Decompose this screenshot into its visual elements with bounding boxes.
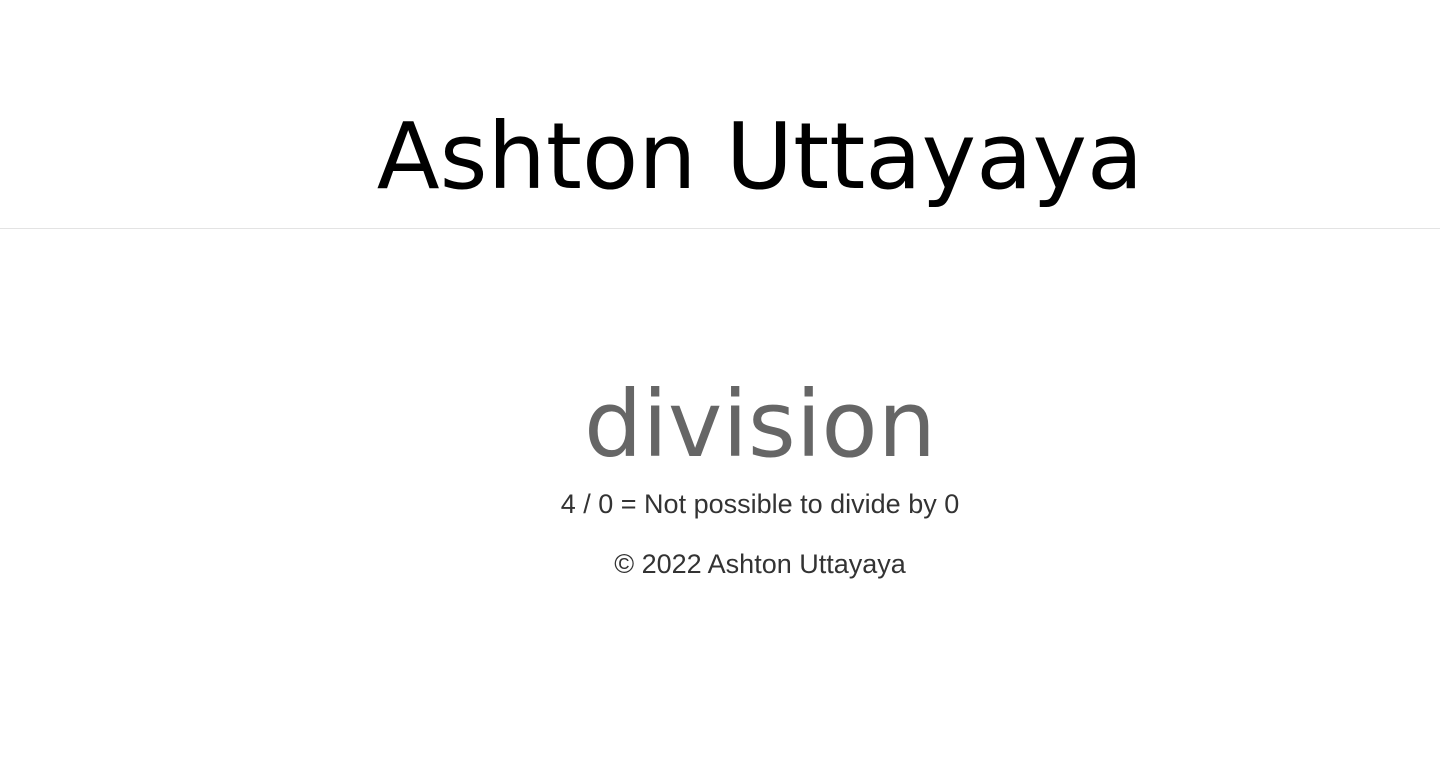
page-heading: division bbox=[583, 371, 937, 478]
division-result: 4 / 0 = Not possible to divide by 0 bbox=[560, 489, 960, 519]
site-header: Ashton Uttayaya bbox=[0, 0, 1440, 229]
footer-copyright: © 2022 Ashton Uttayaya bbox=[614, 549, 906, 579]
site-title: Ashton Uttayaya bbox=[376, 103, 1144, 210]
